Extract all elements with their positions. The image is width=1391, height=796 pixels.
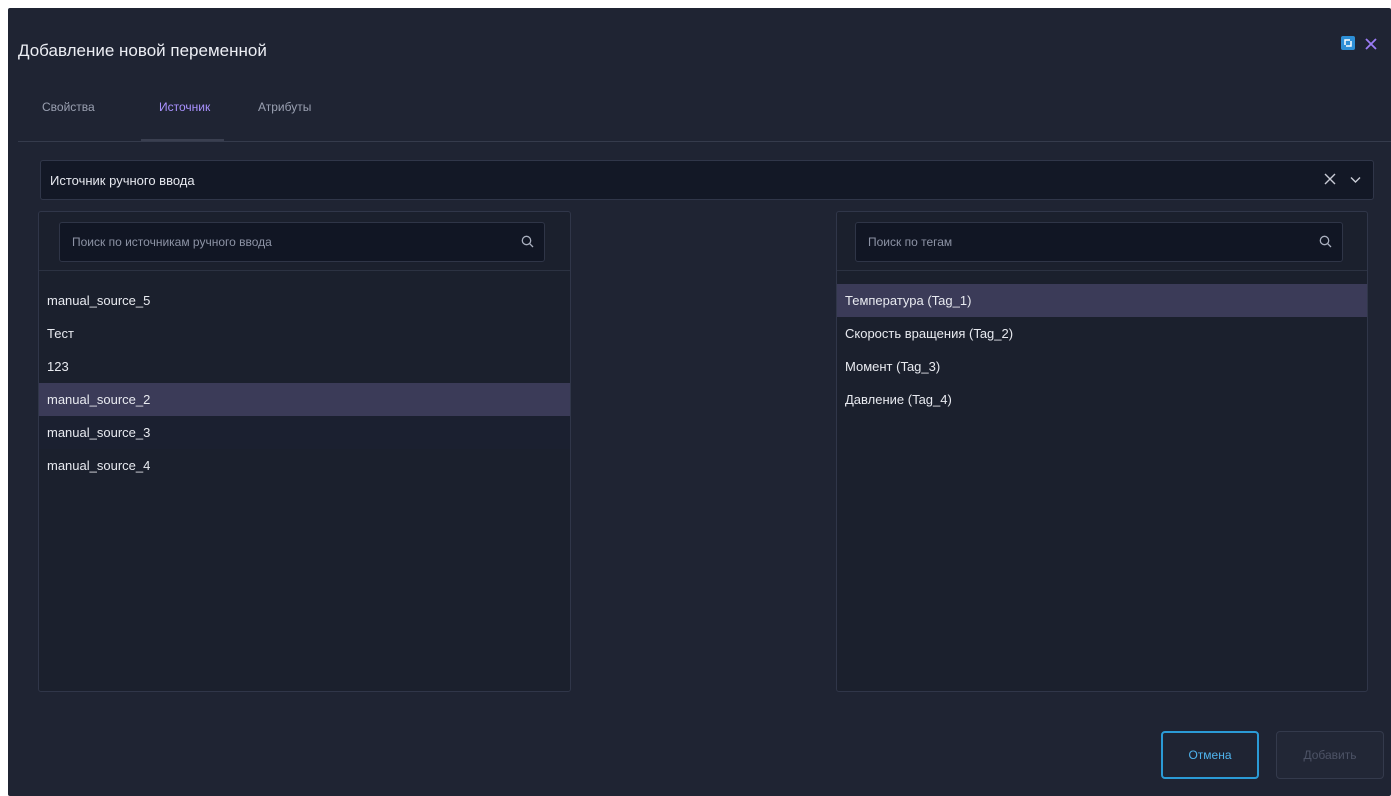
list-item[interactable]: Тест — [39, 317, 570, 350]
tags-search-placeholder: Поиск по тегам — [868, 235, 953, 249]
list-item-selected[interactable]: Температура (Tag_1) — [837, 284, 1367, 317]
tags-search-bar: Поиск по тегам — [837, 212, 1367, 271]
tab-attributes[interactable]: Атрибуты — [258, 100, 311, 141]
list-item[interactable]: Скорость вращения (Tag_2) — [837, 317, 1367, 350]
manual-sources-panel: Поиск по источникам ручного ввода manual… — [38, 211, 571, 692]
manual-sources-search-input[interactable]: Поиск по источникам ручного ввода — [59, 222, 545, 262]
tags-list: Температура (Tag_1) Скорость вращения (T… — [837, 284, 1367, 416]
source-type-select[interactable]: Источник ручного ввода — [40, 160, 1374, 200]
add-variable-dialog: Добавление новой переменной Свойства Ист… — [8, 8, 1391, 796]
add-button[interactable]: Добавить — [1276, 731, 1384, 779]
tab-properties[interactable]: Свойства — [42, 100, 95, 141]
list-item[interactable]: 123 — [39, 350, 570, 383]
list-item-selected[interactable]: manual_source_2 — [39, 383, 570, 416]
clear-icon[interactable] — [1324, 173, 1336, 188]
list-item[interactable]: manual_source_4 — [39, 449, 570, 482]
tags-panel: Поиск по тегам Температура (Tag_1) Скоро… — [836, 211, 1368, 692]
source-type-value: Источник ручного ввода — [50, 172, 195, 188]
tab-source[interactable]: Источник — [140, 100, 225, 141]
select-actions — [1324, 173, 1361, 188]
header-actions — [1341, 36, 1377, 55]
cancel-button[interactable]: Отмена — [1161, 731, 1259, 779]
dialog-title: Добавление новой переменной — [18, 41, 267, 60]
close-icon[interactable] — [1365, 37, 1377, 55]
tab-bar: Свойства Источник Атрибуты — [18, 96, 1391, 142]
tab-divider — [18, 141, 1391, 142]
expand-icon[interactable] — [1341, 36, 1355, 55]
chevron-down-icon[interactable] — [1350, 173, 1361, 188]
tags-search-input[interactable]: Поиск по тегам — [855, 222, 1343, 262]
list-item[interactable]: Давление (Tag_4) — [837, 383, 1367, 416]
list-item[interactable]: manual_source_5 — [39, 284, 570, 317]
list-item[interactable]: manual_source_3 — [39, 416, 570, 449]
list-item[interactable]: Момент (Tag_3) — [837, 350, 1367, 383]
manual-sources-list: manual_source_5 Тест 123 manual_source_2… — [39, 284, 570, 482]
manual-sources-search-placeholder: Поиск по источникам ручного ввода — [72, 235, 272, 249]
manual-sources-search-bar: Поиск по источникам ручного ввода — [39, 212, 570, 271]
